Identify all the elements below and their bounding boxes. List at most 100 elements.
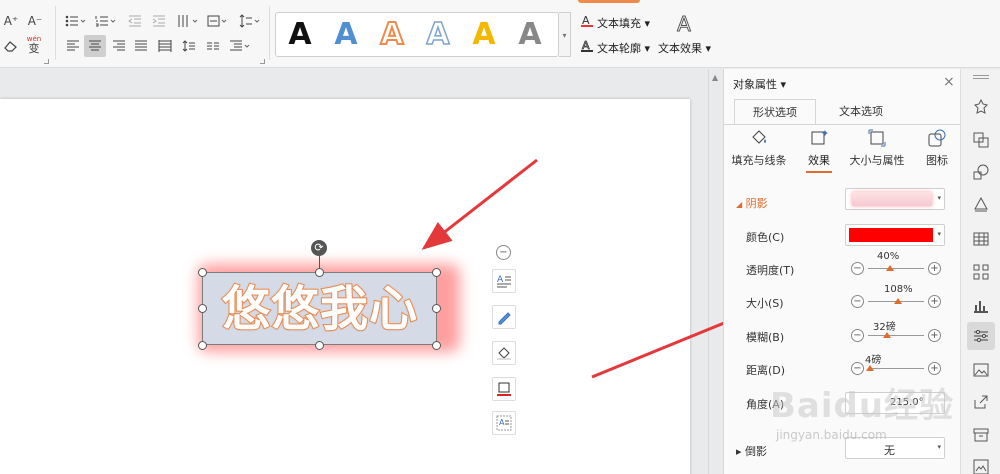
tab-text-options[interactable]: 文本选项 [820,99,902,125]
shape-fill-icon[interactable] [492,341,516,365]
bullet-list-icon[interactable] [64,12,88,30]
svg-text:A: A [499,418,505,427]
resize-handle[interactable] [432,268,441,277]
shadow-preview [852,192,932,206]
minus-icon[interactable]: − [851,362,864,375]
tab-shape-options[interactable]: 形状选项 [734,99,816,125]
decrease-font-size-icon[interactable]: A⁻ [26,12,44,30]
panel-title[interactable]: 对象属性 ▾ [733,76,786,92]
align-right-icon[interactable] [110,37,128,55]
image-gallery-icon[interactable] [971,457,991,474]
justify-icon[interactable] [132,37,150,55]
resize-handle[interactable] [198,341,207,350]
rail-grip [973,75,989,76]
wordart-style-yellow[interactable]: A [466,17,502,53]
vertical-scrollbar[interactable]: ▲ [708,69,723,474]
indent-options-icon[interactable] [228,37,252,55]
text-outline-icon[interactable]: A [578,37,596,55]
text-fill-icon[interactable]: A [578,12,596,30]
close-icon[interactable]: × [943,74,955,90]
text-layout-icon[interactable]: A [492,269,516,293]
text-effect-button[interactable]: 文本效果 ▾ [658,40,711,56]
decrease-indent-icon[interactable] [126,12,144,30]
shapes-icon[interactable] [971,162,991,182]
rotate-handle-icon[interactable]: ⟳ [311,240,327,256]
picture-icon[interactable] [971,360,991,380]
selection-frame [202,272,437,345]
increase-font-size-icon[interactable]: A⁺ [2,12,20,30]
subtab-icon[interactable]: 图标 [920,129,954,168]
resize-handle[interactable] [198,304,207,313]
blur-slider[interactable]: − 32磅 + [849,322,943,346]
clear-format-icon[interactable] [2,37,20,55]
shadow-preset-dropdown[interactable]: ▾ [845,188,945,210]
text-effect-icon[interactable]: A [672,12,696,37]
chevron-down-icon: ▾ [937,443,941,451]
plus-icon[interactable]: + [928,329,941,342]
fill-style-icon[interactable] [971,195,991,215]
pinyin-guide-icon[interactable]: wén 变 [22,35,46,54]
properties-icon[interactable] [967,322,995,350]
chevron-down-icon: ▾ [937,194,941,202]
wordart-style-gallery: A A A A A A [275,12,559,57]
subtab-effects[interactable]: 效果 [800,129,838,168]
paragraph-dialog-launcher-icon[interactable] [260,59,265,64]
subtab-fill-and-line[interactable]: 填充与线条 [728,129,790,168]
wordart-style-black[interactable]: A [282,17,318,53]
text-wrap-icon[interactable]: A [492,411,516,435]
shadow-color-dropdown[interactable]: ▾ [845,224,945,246]
chart-icon[interactable] [971,295,991,315]
paragraph-spacing-icon[interactable] [180,37,198,55]
align-text-icon[interactable] [206,12,230,30]
chevron-down-icon: ▾ [937,230,941,238]
shadow-section-header[interactable]: ◢ 阴影 [736,195,768,211]
increase-indent-icon[interactable] [150,12,168,30]
align-center-icon[interactable] [84,35,106,57]
slider-thumb[interactable] [894,298,903,304]
watermark-url: jingyan.baidu.com [776,428,887,442]
slider-thumb[interactable] [886,265,895,271]
resize-handle[interactable] [432,341,441,350]
gallery-expand-button[interactable]: ▾ [559,12,571,57]
text-direction-icon[interactable] [176,12,200,30]
table-icon[interactable] [971,229,991,249]
line-spacing-icon[interactable] [238,12,262,30]
text-outline-button[interactable]: 文本轮廓 ▾ [597,40,650,56]
pin-icon[interactable] [971,97,991,117]
reflection-section-header[interactable]: ▸ 倒影 [736,443,767,459]
share-icon[interactable] [971,392,991,412]
distribute-icon[interactable] [156,37,174,55]
transparency-slider[interactable]: − 40% + [849,251,943,279]
distance-slider[interactable]: − 4磅 + [849,355,943,379]
plus-icon[interactable]: + [928,362,941,375]
copy-shapes-icon[interactable] [971,130,991,150]
numbered-list-icon[interactable] [94,12,118,30]
resize-handle[interactable] [315,268,324,277]
resize-handle[interactable] [198,268,207,277]
align-left-icon[interactable] [64,37,82,55]
shape-outline-icon[interactable] [492,377,516,401]
slider-track [868,335,924,336]
resize-handle[interactable] [315,341,324,350]
subtab-size-and-properties[interactable]: 大小与属性 [846,129,908,168]
icon-icon [928,129,946,147]
grid-apps-icon[interactable] [971,262,991,282]
minus-icon[interactable]: − [851,329,864,342]
archive-icon[interactable] [971,425,991,445]
wordart-style-gray[interactable]: A [512,17,548,53]
wordart-style-blue-outline[interactable]: A [420,16,456,53]
wordart-style-orange-outline[interactable]: A [374,16,410,53]
active-tab-indicator [578,0,640,3]
collapse-toolbar-icon[interactable]: − [496,245,511,260]
resize-handle[interactable] [432,304,441,313]
pen-style-icon[interactable] [492,305,516,329]
plus-icon[interactable]: + [928,295,941,308]
text-fill-button[interactable]: 文本填充 ▾ [597,15,650,31]
column-spacing-icon[interactable] [204,37,222,55]
plus-icon[interactable]: + [928,262,941,275]
font-dialog-launcher-icon[interactable] [44,59,49,64]
minus-icon[interactable]: − [851,262,864,275]
wordart-style-blue[interactable]: A [328,17,364,53]
minus-icon[interactable]: − [851,295,864,308]
size-slider[interactable]: − 108% + [849,284,943,312]
